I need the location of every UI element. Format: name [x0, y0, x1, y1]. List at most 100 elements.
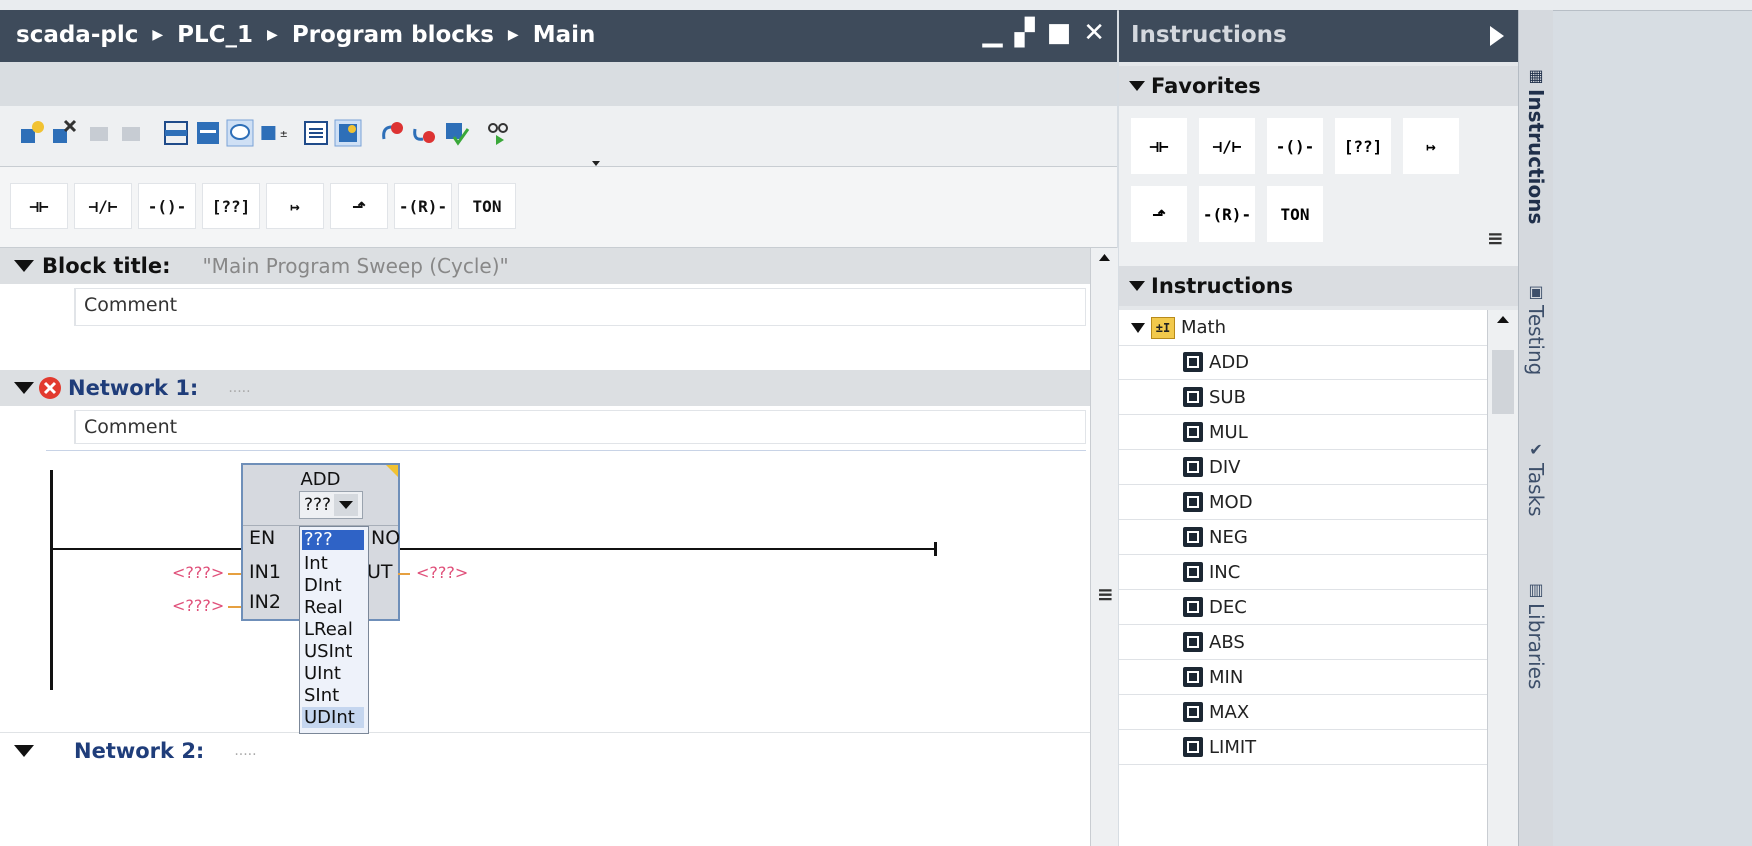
go-to-error-icon[interactable] [378, 119, 406, 147]
minimize-icon[interactable]: ▁ [983, 18, 1003, 48]
insert-branch-icon[interactable] [118, 119, 146, 147]
ton-timer-button[interactable]: TON [458, 183, 516, 229]
reset-coil-button[interactable]: -(R)- [394, 183, 452, 229]
monitoring-on-off-icon[interactable] [484, 119, 512, 147]
tree-item-min[interactable]: MIN [1119, 660, 1487, 695]
scroll-thumb[interactable] [1492, 350, 1514, 414]
expand-triangle-icon[interactable] [1131, 322, 1145, 333]
operand-in1[interactable]: <???> [172, 563, 224, 582]
tab-label: Libraries [1524, 603, 1548, 690]
tab-tasks[interactable]: ✔ Tasks [1519, 440, 1553, 560]
network-2-title-dots[interactable]: ..... [234, 743, 256, 759]
tree-item-abs[interactable]: ABS [1119, 625, 1487, 660]
network-2-title: Network 2: [74, 739, 205, 763]
tree-item-mod[interactable]: MOD [1119, 485, 1487, 520]
instruction-profile-icon[interactable] [334, 119, 362, 147]
breadcrumb-item[interactable]: Main [533, 22, 596, 48]
favorite-close-branch[interactable]: ⬏ [1131, 186, 1187, 242]
favorite-open-branch[interactable]: ↦ [1403, 118, 1459, 174]
tree-item-mul[interactable]: MUL [1119, 415, 1487, 450]
tree-item-limit[interactable]: LIMIT [1119, 730, 1487, 765]
tab-instructions[interactable]: ▦ Instructions [1519, 66, 1553, 256]
network-2-header[interactable]: Network 2: ..... [0, 732, 1090, 769]
delete-network-icon[interactable] [50, 119, 78, 147]
display-favorites-icon[interactable] [302, 119, 330, 147]
block-comment-field[interactable]: Comment [74, 288, 1086, 326]
option-dint[interactable]: DInt [302, 575, 364, 596]
tree-item-div[interactable]: DIV [1119, 450, 1487, 485]
tree-folder-math[interactable]: ±I Math [1119, 310, 1487, 346]
coil-button[interactable]: -()- [138, 183, 196, 229]
instruction-tree-scrollbar[interactable] [1487, 310, 1518, 846]
network-1-comment-field[interactable]: Comment [74, 410, 1086, 444]
absolute-symbolic-icon[interactable]: ± [260, 119, 288, 147]
collapse-triangle-icon[interactable] [14, 745, 34, 757]
close-icon[interactable]: ✕ [1083, 18, 1105, 48]
tab-testing[interactable]: ▣ Testing [1519, 282, 1553, 422]
favorite-ton-timer[interactable]: TON [1267, 186, 1323, 242]
favorite-empty-box[interactable]: [??] [1335, 118, 1391, 174]
insert-network-icon[interactable] [18, 119, 46, 147]
update-calls-icon[interactable] [442, 119, 470, 147]
tab-libraries[interactable]: ▥ Libraries [1519, 580, 1553, 730]
option-uint[interactable]: UInt [302, 663, 364, 684]
task-card-tabs: ▦ Instructions ▣ Testing ✔ Tasks ▥ Libra… [1518, 10, 1553, 846]
option-int[interactable]: Int [302, 553, 364, 574]
chevron-down-icon[interactable] [334, 494, 358, 516]
close-all-networks-icon[interactable] [194, 119, 222, 147]
option-udint[interactable]: UDInt [302, 707, 364, 728]
option-lreal[interactable]: LReal [302, 619, 364, 640]
option-real[interactable]: Real [302, 597, 364, 618]
nc-contact-button[interactable]: ⊣/⊢ [74, 183, 132, 229]
scroll-up-icon[interactable] [1488, 310, 1518, 330]
go-to-next-error-icon[interactable] [410, 119, 438, 147]
favorite-nc-contact[interactable]: ⊣/⊢ [1199, 118, 1255, 174]
instructions-section-header[interactable]: Instructions [1119, 266, 1518, 306]
network-1-header[interactable]: Network 1: ..... [0, 370, 1090, 406]
splitter-grip-icon[interactable]: ≡ [1487, 226, 1504, 250]
no-contact-button[interactable]: ⊣⊢ [10, 183, 68, 229]
block-title-value[interactable]: "Main Program Sweep (Cycle)" [202, 254, 508, 278]
collapse-triangle-icon[interactable] [14, 260, 34, 272]
scroll-grip-icon[interactable]: ≡ [1097, 582, 1114, 606]
network-1-title-dots[interactable]: ..... [228, 380, 250, 396]
tree-item-neg[interactable]: NEG [1119, 520, 1487, 555]
restore-icon[interactable]: ▞ [1015, 18, 1035, 48]
favorites-header[interactable]: Favorites [1119, 66, 1518, 106]
tree-item-sub[interactable]: SUB [1119, 380, 1487, 415]
favorite-coil[interactable]: -()- [1267, 118, 1323, 174]
open-all-networks-icon[interactable] [162, 119, 190, 147]
breadcrumb-item[interactable]: PLC_1 [177, 22, 253, 48]
toolbar-dropdown-handle[interactable] [520, 154, 616, 166]
open-branch-button[interactable]: ↦ [266, 183, 324, 229]
collapse-triangle-icon[interactable] [14, 382, 34, 394]
option-usint[interactable]: USInt [302, 641, 364, 662]
operand-out[interactable]: <???> [416, 563, 468, 582]
breadcrumb-item[interactable]: Program blocks [292, 22, 494, 48]
favorite-reset-coil[interactable]: -(R)- [1199, 186, 1255, 242]
comments-toggle-icon[interactable] [226, 119, 254, 147]
option-unknown[interactable]: ??? [302, 530, 364, 550]
tree-item-add[interactable]: ADD [1119, 345, 1487, 380]
collapse-triangle-icon[interactable] [1129, 281, 1145, 291]
tree-item-max[interactable]: MAX [1119, 695, 1487, 730]
box-name: ADD [300, 469, 341, 490]
tree-item-inc[interactable]: INC [1119, 555, 1487, 590]
breadcrumb-item[interactable]: scada-plc [16, 22, 138, 48]
collapse-triangle-icon[interactable] [1129, 81, 1145, 91]
empty-box-button[interactable]: [??] [202, 183, 260, 229]
maximize-icon[interactable]: ■ [1047, 18, 1072, 48]
instruction-icon [1183, 737, 1203, 757]
scroll-up-icon[interactable] [1091, 248, 1118, 268]
block-title-header[interactable]: Block title: "Main Program Sweep (Cycle)… [0, 248, 1090, 284]
editor-scrollbar[interactable]: ≡ [1090, 248, 1118, 846]
option-sint[interactable]: SInt [302, 685, 364, 706]
close-branch-button[interactable]: ⬏ [330, 183, 388, 229]
operand-in2[interactable]: <???> [172, 596, 224, 615]
tree-item-label: LIMIT [1209, 736, 1257, 758]
tree-item-dec[interactable]: DEC [1119, 590, 1487, 625]
insert-rung-icon[interactable] [86, 119, 114, 147]
collapse-panel-icon[interactable] [1490, 26, 1504, 46]
favorite-no-contact[interactable]: ⊣⊢ [1131, 118, 1187, 174]
data-type-dropdown[interactable]: ??? [299, 491, 363, 519]
